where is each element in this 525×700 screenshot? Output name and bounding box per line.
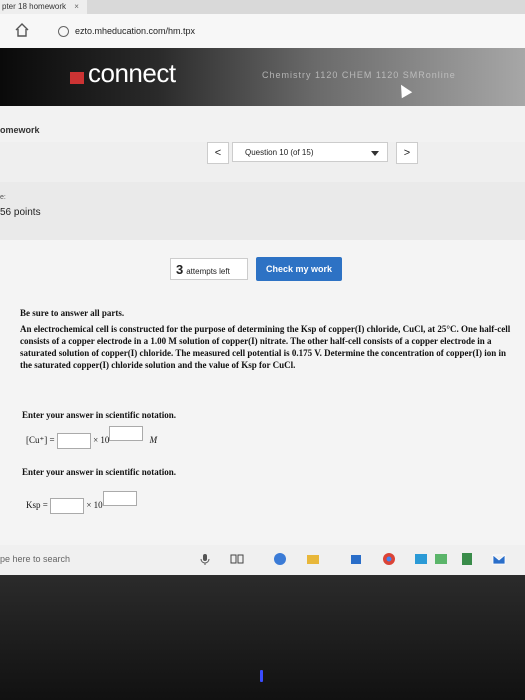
section-title: omework: [0, 125, 40, 135]
tab-title: pter 18 homework: [2, 2, 67, 11]
ksp-exponent-input[interactable]: [102, 491, 137, 506]
mouse-cursor-icon: [395, 81, 413, 99]
sci-notation-note-2: Enter your answer in scientific notation…: [22, 467, 177, 477]
attempts-text: attempts left: [186, 267, 230, 276]
question-selector-value: Question 10 (of 15): [245, 148, 314, 157]
chevron-down-icon: [371, 151, 379, 156]
course-title: Chemistry 1120 CHEM 1120 SMRonline: [262, 70, 456, 80]
browser-tab[interactable]: pter 18 homework ×: [0, 0, 87, 14]
previous-question-button[interactable]: <: [207, 142, 229, 164]
browser-screen: pter 18 homework × ezto.mheducation.com/…: [0, 0, 525, 575]
file-explorer-icon[interactable]: [306, 552, 320, 566]
mail-icon[interactable]: [492, 552, 506, 566]
cu-coefficient-input[interactable]: [56, 433, 91, 449]
store-icon[interactable]: [349, 552, 363, 566]
taskbar: pe here to search: [0, 545, 525, 575]
cu-label: [Cu⁺] =: [26, 435, 55, 446]
connect-banner: connect Chemistry 1120 CHEM 1120 SMRonli…: [0, 48, 525, 106]
attempts-count: 3: [176, 262, 184, 277]
ksp-label: Ksp =: [26, 500, 48, 511]
chrome-icon[interactable]: [382, 552, 396, 566]
question-selector[interactable]: Question 10 (of 15): [232, 142, 388, 162]
score-bar: e: 56 points: [0, 182, 525, 240]
attempts-badge: 3 attempts left: [170, 258, 248, 280]
power-led: [260, 670, 263, 682]
score-points: 56 points: [0, 207, 41, 218]
calculator-icon[interactable]: [460, 552, 474, 566]
info-icon[interactable]: [58, 26, 69, 38]
maps-icon[interactable]: [434, 552, 448, 566]
monitor-bezel: [0, 575, 525, 700]
score-prefix: e:: [0, 194, 6, 201]
tab-strip: pter 18 homework ×: [0, 0, 525, 14]
instruction-text: Be sure to answer all parts.: [20, 308, 125, 318]
url-field[interactable]: ezto.mheducation.com/hm.tpx: [58, 23, 358, 39]
connect-logo[interactable]: connect: [88, 58, 176, 89]
cu-exponent-input[interactable]: [109, 426, 144, 441]
homework-header: omework: [0, 106, 525, 142]
photos-icon[interactable]: [414, 552, 428, 566]
home-icon[interactable]: [14, 22, 30, 38]
edge-browser-icon[interactable]: [273, 552, 287, 566]
url-text: ezto.mheducation.com/hm.tpx: [75, 26, 196, 36]
address-bar: ezto.mheducation.com/hm.tpx: [0, 14, 525, 49]
question-body: An electrochemical cell is constructed f…: [20, 324, 511, 370]
unit-label: M: [149, 435, 158, 446]
question-panel: 3 attempts left Check my work Be sure to …: [0, 240, 525, 550]
connect-logo-mark: [70, 72, 84, 84]
tab-close-icon[interactable]: ×: [74, 2, 79, 11]
times-ten-label-2: × 10: [86, 500, 103, 511]
task-view-icon[interactable]: [230, 552, 244, 566]
microphone-icon[interactable]: [198, 552, 212, 566]
taskbar-search-input[interactable]: pe here to search: [0, 554, 70, 564]
answer-row-cu: [Cu⁺] = × 10 M: [26, 426, 158, 449]
times-ten-label: × 10: [93, 435, 110, 446]
next-question-button[interactable]: >: [396, 142, 418, 164]
ksp-coefficient-input[interactable]: [50, 498, 85, 514]
sci-notation-note-1: Enter your answer in scientific notation…: [22, 410, 177, 420]
check-my-work-button[interactable]: Check my work: [256, 257, 342, 281]
answer-row-ksp: Ksp = × 10: [26, 491, 137, 514]
